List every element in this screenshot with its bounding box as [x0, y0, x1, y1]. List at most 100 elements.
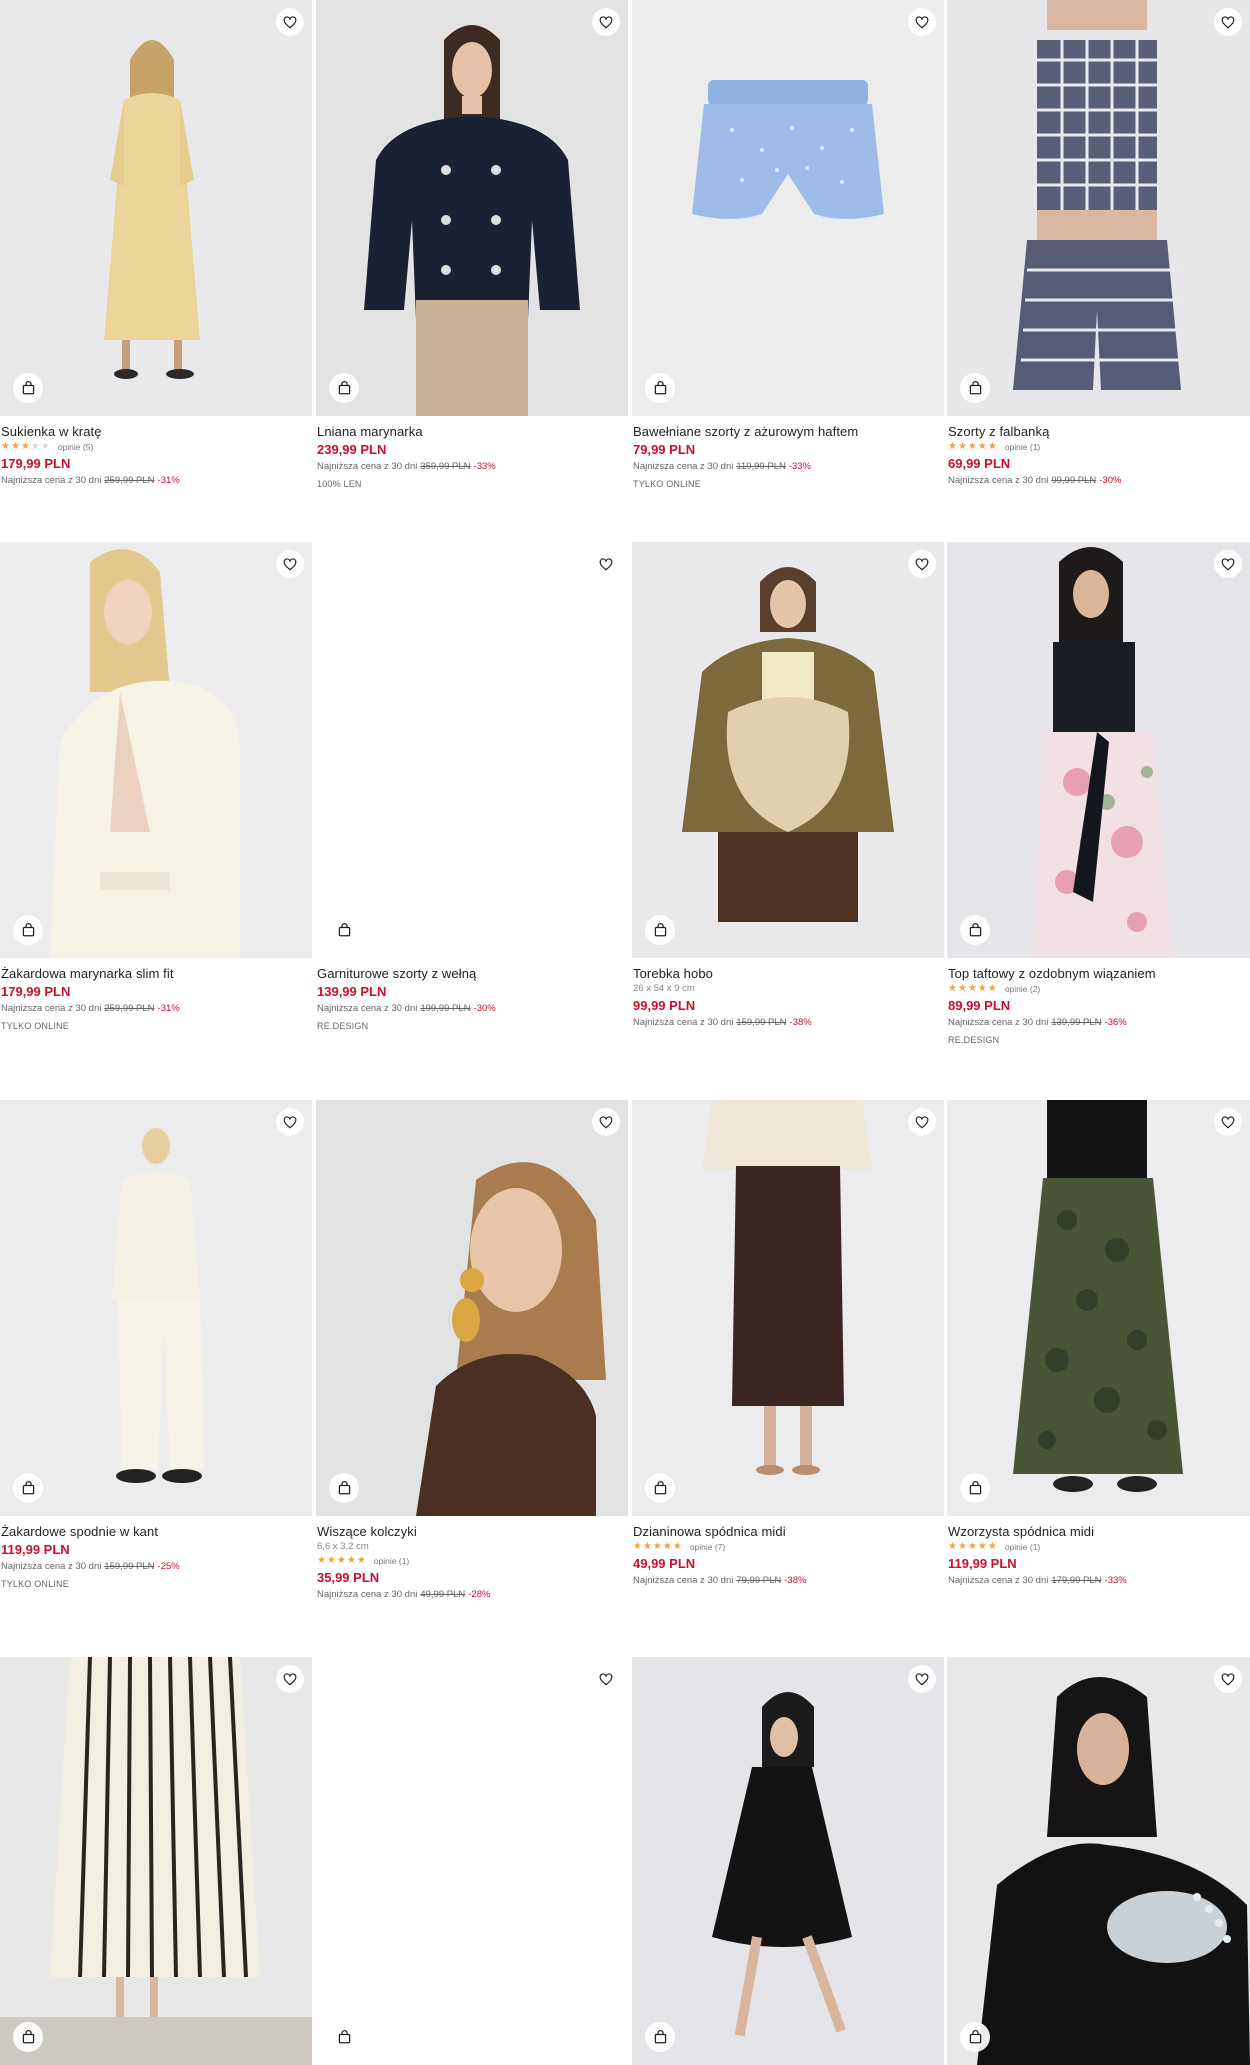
product-image[interactable] — [632, 0, 944, 416]
product-rating: ★★★★★ opinie (1) — [948, 440, 1249, 454]
product-card[interactable] — [947, 1657, 1250, 2065]
product-card[interactable]: Torebka hobo 26 x 54 x 9 cm 99,99 PLN Na… — [632, 542, 944, 1030]
add-to-bag-button[interactable] — [13, 373, 43, 403]
product-card[interactable] — [632, 1657, 944, 2065]
favorite-button[interactable] — [1214, 8, 1242, 36]
product-info: Wzorzysta spódnica midi ★★★★★ opinie (1)… — [947, 1516, 1250, 1588]
product-image[interactable] — [947, 542, 1250, 958]
review-count[interactable]: opinie (5) — [58, 440, 93, 454]
favorite-button[interactable] — [592, 550, 620, 578]
review-count[interactable]: opinie (1) — [374, 1554, 409, 1568]
product-image[interactable] — [0, 0, 312, 416]
favorite-button[interactable] — [276, 1108, 304, 1136]
product-image[interactable] — [632, 1657, 944, 2065]
heart-icon — [1221, 15, 1235, 29]
heart-icon — [599, 1672, 613, 1686]
product-card[interactable]: Bawełniane szorty z ażurowym haftem 79,9… — [632, 0, 944, 491]
heart-icon — [915, 557, 929, 571]
product-image[interactable] — [0, 1657, 312, 2065]
favorite-button[interactable] — [592, 1108, 620, 1136]
add-to-bag-button[interactable] — [13, 1473, 43, 1503]
product-card[interactable] — [0, 1657, 312, 2065]
lowest-price-note: Najniższa cena z 30 dni 259,99 PLN -31% — [1, 475, 180, 486]
product-image[interactable] — [947, 0, 1250, 416]
product-image[interactable] — [0, 542, 312, 958]
add-to-bag-button[interactable] — [960, 1473, 990, 1503]
add-to-bag-button[interactable] — [960, 915, 990, 945]
add-to-bag-button[interactable] — [645, 2022, 675, 2052]
favorite-button[interactable] — [276, 8, 304, 36]
product-price: 99,99 PLN — [633, 998, 696, 1013]
product-name[interactable]: Szorty z falbanką — [948, 423, 1249, 440]
favorite-button[interactable] — [592, 1665, 620, 1693]
product-card[interactable]: Żakardowa marynarka slim fit 179,99 PLN … — [0, 542, 312, 1033]
product-card[interactable]: Wzorzysta spódnica midi ★★★★★ opinie (1)… — [947, 1100, 1250, 1588]
shopping-bag-icon — [22, 2030, 34, 2044]
add-to-bag-button[interactable] — [13, 915, 43, 945]
favorite-button[interactable] — [1214, 550, 1242, 578]
favorite-button[interactable] — [908, 550, 936, 578]
favorite-button[interactable] — [1214, 1665, 1242, 1693]
product-image[interactable] — [0, 1100, 312, 1516]
lowest-price-note: Najniższa cena z 30 dni 359,99 PLN -33% — [317, 461, 496, 472]
product-price: 89,99 PLN — [948, 998, 1011, 1013]
product-card[interactable]: Lniana marynarka 239,99 PLN Najniższa ce… — [316, 0, 628, 491]
product-card[interactable]: Żakardowe spodnie w kant 119,99 PLN Najn… — [0, 1100, 312, 1591]
add-to-bag-button[interactable] — [329, 915, 359, 945]
add-to-bag-button[interactable] — [13, 2022, 43, 2052]
product-price: 69,99 PLN — [948, 456, 1011, 471]
review-count[interactable]: opinie (7) — [690, 1540, 725, 1554]
review-count[interactable]: opinie (2) — [1005, 982, 1040, 996]
product-card[interactable]: Garniturowe szorty z wełną 139,99 PLN Na… — [316, 542, 628, 1033]
product-image[interactable] — [316, 0, 628, 416]
product-tag: TYLKO ONLINE — [1, 1579, 69, 1589]
review-count[interactable]: opinie (1) — [1005, 440, 1040, 454]
product-price: 49,99 PLN — [633, 1556, 696, 1571]
product-image[interactable] — [947, 1657, 1250, 2065]
product-image[interactable] — [632, 1100, 944, 1516]
add-to-bag-button[interactable] — [645, 915, 675, 945]
product-card[interactable]: Sukienka w kratę ★★★★★ opinie (5) 179,99… — [0, 0, 312, 488]
product-image[interactable] — [947, 1100, 1250, 1516]
product-info: Żakardowa marynarka slim fit 179,99 PLN … — [0, 958, 312, 1033]
favorite-button[interactable] — [592, 8, 620, 36]
product-card[interactable]: Dzianinowa spódnica midi ★★★★★ opinie (7… — [632, 1100, 944, 1588]
product-card[interactable]: Wiszące kolczyki 6,6 x 3,2 cm ★★★★★ opin… — [316, 1100, 628, 1602]
product-image[interactable] — [316, 1657, 628, 2065]
heart-icon — [915, 1672, 929, 1686]
product-name[interactable]: Sukienka w kratę — [1, 423, 311, 440]
product-name[interactable]: Garniturowe szorty z wełną — [317, 965, 627, 982]
product-card[interactable]: Szorty z falbanką ★★★★★ opinie (1) 69,99… — [947, 0, 1250, 488]
review-count[interactable]: opinie (1) — [1005, 1540, 1040, 1554]
product-name[interactable]: Torebka hobo — [633, 965, 943, 982]
product-image[interactable] — [316, 542, 628, 958]
add-to-bag-button[interactable] — [645, 1473, 675, 1503]
product-name[interactable]: Wiszące kolczyki — [317, 1523, 627, 1540]
heart-icon — [1221, 1672, 1235, 1686]
product-name[interactable]: Dzianinowa spódnica midi — [633, 1523, 943, 1540]
favorite-button[interactable] — [908, 1665, 936, 1693]
product-card[interactable] — [316, 1657, 628, 2065]
add-to-bag-button[interactable] — [645, 373, 675, 403]
add-to-bag-button[interactable] — [329, 1473, 359, 1503]
product-name[interactable]: Top taftowy z ozdobnym wiązaniem — [948, 965, 1249, 982]
product-name[interactable]: Bawełniane szorty z ażurowym haftem — [633, 423, 943, 440]
favorite-button[interactable] — [1214, 1108, 1242, 1136]
add-to-bag-button[interactable] — [329, 2022, 359, 2052]
product-card[interactable]: Top taftowy z ozdobnym wiązaniem ★★★★★ o… — [947, 542, 1250, 1047]
favorite-button[interactable] — [908, 8, 936, 36]
product-name[interactable]: Lniana marynarka — [317, 423, 627, 440]
favorite-button[interactable] — [908, 1108, 936, 1136]
product-name[interactable]: Żakardowa marynarka slim fit — [1, 965, 311, 982]
heart-icon — [1221, 1115, 1235, 1129]
product-name[interactable]: Żakardowe spodnie w kant — [1, 1523, 311, 1540]
favorite-button[interactable] — [276, 550, 304, 578]
product-image[interactable] — [316, 1100, 628, 1516]
product-image[interactable] — [632, 542, 944, 958]
add-to-bag-button[interactable] — [329, 373, 359, 403]
star-rating-icon: ★★★★★ — [948, 441, 998, 452]
favorite-button[interactable] — [276, 1665, 304, 1693]
add-to-bag-button[interactable] — [960, 373, 990, 403]
product-name[interactable]: Wzorzysta spódnica midi — [948, 1523, 1249, 1540]
add-to-bag-button[interactable] — [960, 2022, 990, 2052]
